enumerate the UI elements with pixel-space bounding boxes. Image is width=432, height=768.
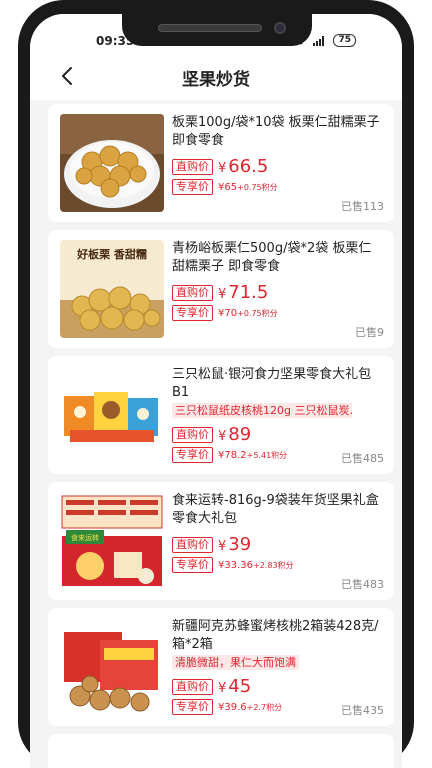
product-card[interactable]: 好板栗 香甜糯 青杨峪板栗仁500g/袋*2袋 板栗仁甜糯栗子 即食零食 直购价… <box>48 230 394 348</box>
product-image[interactable]: 食来运转 <box>60 492 164 590</box>
page-title: 坚果炒货 <box>182 69 250 90</box>
product-image[interactable]: 好板栗 香甜糯 <box>60 240 164 338</box>
product-image[interactable] <box>60 114 164 212</box>
product-image[interactable] <box>60 366 164 464</box>
vip-price: ¥70+0.75积分 <box>218 307 278 319</box>
product-list: 板栗100g/袋*10袋 板栗仁甜糯栗子即食零食 直购价 ¥66.5 专享价 ¥… <box>48 104 394 768</box>
sold-count: 已售435 <box>341 704 384 717</box>
product-info: 板栗100g/袋*10袋 板栗仁甜糯栗子即食零食 直购价 ¥66.5 专享价 ¥… <box>172 114 384 214</box>
svg-text:食来运转: 食来运转 <box>71 533 99 542</box>
gift-pack-image <box>60 366 164 464</box>
price-row: 直购价 ¥39 <box>172 534 384 555</box>
vip-price-tag: 专享价 <box>172 179 213 195</box>
product-card[interactable]: 食来运转 食来运转-816g-9袋装年货坚果礼盒零食大礼包 直购价 ¥39 专享… <box>48 482 394 600</box>
gift-box-red-image: 食来运转 <box>60 492 164 590</box>
nav-bar: 坚果炒货 <box>30 54 402 100</box>
product-title: 三只松鼠·银河食力坚果零食大礼包B1 <box>172 367 372 400</box>
product-title: 新疆阿克苏蜂蜜烤核桃2箱装428克/箱*2箱 <box>172 619 379 652</box>
promo-tag: 三只松鼠纸皮核桃120g 三只松鼠炭… <box>172 403 352 418</box>
vip-price-tag: 专享价 <box>172 447 213 463</box>
product-title: 青杨峪板栗仁500g/袋*2袋 板栗仁甜糯栗子 即食零食 <box>172 241 372 274</box>
product-price: ¥66.5 <box>218 156 269 177</box>
product-info: 青杨峪板栗仁500g/袋*2袋 板栗仁甜糯栗子 即食零食 直购价 ¥71.5 专… <box>172 240 384 340</box>
sold-count: 已售485 <box>341 452 384 465</box>
product-title: 食来运转-816g-9袋装年货坚果礼盒零食大礼包 <box>172 493 379 526</box>
vip-price-row: 专享价 ¥65+0.75积分 <box>172 179 384 195</box>
direct-price-tag: 直购价 <box>172 284 213 301</box>
vip-price: ¥65+0.75积分 <box>218 181 278 193</box>
product-info: 三只松鼠·银河食力坚果零食大礼包B1 三只松鼠纸皮核桃120g 三只松鼠炭… 直… <box>172 366 384 466</box>
price-row: 直购价 ¥89 <box>172 424 384 445</box>
walnut-box-image <box>60 618 164 716</box>
vip-price: ¥78.2+5.41积分 <box>218 449 288 461</box>
product-image[interactable] <box>60 618 164 716</box>
direct-price-tag: 直购价 <box>172 678 213 695</box>
vip-price: ¥33.36+2.83积分 <box>218 559 294 571</box>
product-price: ¥71.5 <box>218 282 269 303</box>
phone-notch <box>122 14 312 46</box>
product-card-partial[interactable] <box>48 734 394 768</box>
product-card[interactable]: 板栗100g/袋*10袋 板栗仁甜糯栗子即食零食 直购价 ¥66.5 专享价 ¥… <box>48 104 394 222</box>
back-arrow-icon[interactable] <box>56 64 80 88</box>
vip-price-row: 专享价 ¥33.36+2.83积分 <box>172 557 384 573</box>
camera-icon <box>274 22 286 34</box>
price-row: 直购价 ¥45 <box>172 676 384 697</box>
product-card[interactable]: 三只松鼠·银河食力坚果零食大礼包B1 三只松鼠纸皮核桃120g 三只松鼠炭… 直… <box>48 356 394 474</box>
price-row: 直购价 ¥66.5 <box>172 156 384 177</box>
chestnut-bowl-image <box>60 114 164 212</box>
app-screen: 09:35 75 坚果炒货 板栗100g/袋*10袋 板栗仁甜糯栗子即食零食 直… <box>30 14 402 768</box>
product-info: 新疆阿克苏蜂蜜烤核桃2箱装428克/箱*2箱 清脆微甜，果仁大而饱满 直购价 ¥… <box>172 618 384 718</box>
signal-icon <box>313 35 325 46</box>
product-title: 板栗100g/袋*10袋 板栗仁甜糯栗子即食零食 <box>172 115 380 148</box>
vip-price-tag: 专享价 <box>172 699 213 715</box>
speaker-icon <box>158 24 262 32</box>
product-price: ¥39 <box>218 534 252 555</box>
direct-price-tag: 直购价 <box>172 158 213 175</box>
product-price: ¥89 <box>218 424 252 445</box>
svg-text:好板栗 香甜糯: 好板栗 香甜糯 <box>76 247 147 261</box>
battery-icon: 75 <box>333 34 356 47</box>
promo-tag: 清脆微甜，果仁大而饱满 <box>172 655 299 670</box>
vip-price-tag: 专享价 <box>172 305 213 321</box>
price-row: 直购价 ¥71.5 <box>172 282 384 303</box>
product-card[interactable]: 新疆阿克苏蜂蜜烤核桃2箱装428克/箱*2箱 清脆微甜，果仁大而饱满 直购价 ¥… <box>48 608 394 726</box>
vip-price-row: 专享价 ¥70+0.75积分 <box>172 305 384 321</box>
sold-count: 已售483 <box>341 578 384 591</box>
vip-price-tag: 专享价 <box>172 557 213 573</box>
sold-count: 已售9 <box>355 326 384 339</box>
chestnut-pile-image: 好板栗 香甜糯 <box>60 240 164 338</box>
vip-price: ¥39.6+2.7积分 <box>218 701 283 713</box>
direct-price-tag: 直购价 <box>172 426 213 443</box>
direct-price-tag: 直购价 <box>172 536 213 553</box>
product-info: 食来运转-816g-9袋装年货坚果礼盒零食大礼包 直购价 ¥39 专享价 ¥33… <box>172 492 384 592</box>
product-price: ¥45 <box>218 676 252 697</box>
sold-count: 已售113 <box>341 200 384 213</box>
